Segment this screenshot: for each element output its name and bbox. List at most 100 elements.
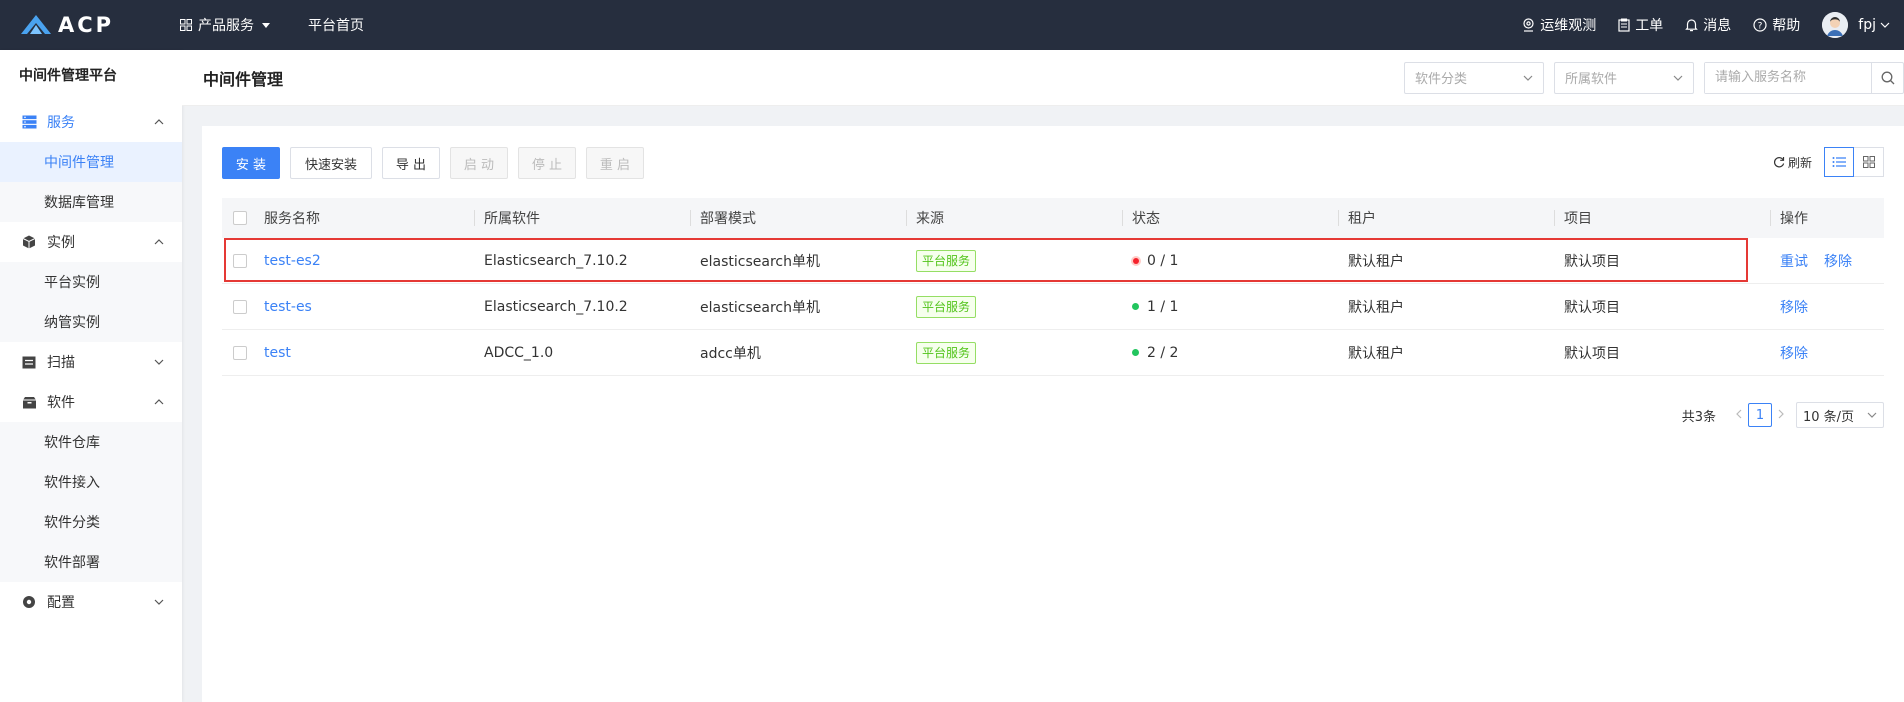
gear-icon bbox=[21, 594, 37, 610]
page-header: 中间件管理 软件分类 所属软件 bbox=[182, 50, 1904, 106]
ticket-label: 工单 bbox=[1635, 18, 1664, 34]
clipboard-icon bbox=[1618, 18, 1630, 32]
column-header: 状态 bbox=[1122, 198, 1338, 238]
status-text: 0 / 1 bbox=[1147, 252, 1179, 269]
search-button[interactable] bbox=[1871, 62, 1903, 93]
software-category-select[interactable]: 软件分类 bbox=[1404, 61, 1544, 94]
sidebar-item-database-management[interactable]: 数据库管理 bbox=[0, 182, 182, 222]
action-toolbar: 安 装 快速安装 导 出 启 动 停 止 重 启 bbox=[222, 147, 654, 179]
stop-button[interactable]: 停 止 bbox=[518, 147, 576, 179]
message-label: 消息 bbox=[1703, 18, 1732, 34]
sidebar-item-software-repository[interactable]: 软件仓库 bbox=[0, 422, 182, 462]
quick-install-button[interactable]: 快速安装 bbox=[290, 147, 372, 179]
sidebar-item-software-access[interactable]: 软件接入 bbox=[0, 462, 182, 502]
page-title: 中间件管理 bbox=[203, 69, 284, 89]
sidebar-group-software-label: 软件 bbox=[47, 395, 75, 411]
top-navigation-bar: ACP 产品服务 平台首页 运维观测 工单 消息 ? 帮助 fpj bbox=[0, 0, 1904, 50]
package-icon bbox=[21, 394, 37, 410]
sidebar-group-instance[interactable]: 实例 bbox=[0, 222, 182, 262]
service-name-search-input[interactable] bbox=[1705, 62, 1871, 93]
chevron-right-icon bbox=[1778, 409, 1784, 418]
deploy-mode-cell: elasticsearch单机 bbox=[700, 299, 820, 316]
page-number-button[interactable]: 1 bbox=[1748, 403, 1772, 427]
retry-link[interactable]: 重试 bbox=[1780, 251, 1808, 271]
user-menu[interactable]: fpj bbox=[1858, 17, 1890, 33]
status-error-dot bbox=[1133, 257, 1139, 264]
row-checkbox[interactable] bbox=[233, 253, 247, 268]
help-link[interactable]: ? 帮助 bbox=[1753, 15, 1800, 35]
avatar[interactable] bbox=[1822, 12, 1849, 38]
software-select[interactable]: 所属软件 bbox=[1554, 61, 1694, 94]
content-card: 安 装 快速安装 导 出 启 动 停 止 重 启 刷新 服务名称 所属软件 部署… bbox=[202, 126, 1904, 702]
logo-icon bbox=[21, 15, 51, 34]
nav-product-services-label: 产品服务 bbox=[198, 18, 254, 34]
select-all-checkbox[interactable] bbox=[233, 211, 247, 225]
ticket-link[interactable]: 工单 bbox=[1618, 15, 1663, 35]
message-link[interactable]: 消息 bbox=[1685, 15, 1731, 35]
sidebar-item-managed-instance[interactable]: 纳管实例 bbox=[0, 302, 182, 342]
service-name-link[interactable]: test bbox=[264, 345, 291, 361]
sidebar-group-scan-label: 扫描 bbox=[47, 355, 75, 371]
restart-button[interactable]: 重 启 bbox=[586, 147, 644, 179]
sidebar-group-config-label: 配置 bbox=[47, 595, 75, 611]
logo[interactable]: ACP bbox=[20, 13, 160, 37]
tenant-cell: 默认租户 bbox=[1348, 345, 1404, 362]
page-size-select[interactable]: 10 条/页 bbox=[1796, 402, 1884, 428]
refresh-label: 刷新 bbox=[1787, 155, 1812, 170]
search-icon bbox=[1881, 71, 1894, 84]
source-tag: 平台服务 bbox=[916, 249, 977, 272]
ops-observe-link[interactable]: 运维观测 bbox=[1522, 15, 1596, 35]
nav-platform-home[interactable]: 平台首页 bbox=[308, 15, 364, 35]
status-ok-dot bbox=[1132, 349, 1139, 356]
service-table: 服务名称 所属软件 部署模式 来源 状态 租户 项目 操作 test-es2 E… bbox=[222, 198, 1884, 376]
sidebar-group-scan[interactable]: 扫描 bbox=[0, 342, 182, 382]
install-button[interactable]: 安 装 bbox=[222, 147, 280, 179]
refresh-button[interactable]: 刷新 bbox=[1773, 154, 1812, 171]
sidebar-item-software-category[interactable]: 软件分类 bbox=[0, 502, 182, 542]
row-checkbox[interactable] bbox=[233, 345, 247, 360]
row-checkbox[interactable] bbox=[233, 299, 247, 314]
sidebar-item-middleware-management[interactable]: 中间件管理 bbox=[0, 142, 182, 182]
sidebar-group-instance-label: 实例 bbox=[47, 235, 75, 251]
service-name-link[interactable]: test-es bbox=[264, 299, 312, 315]
sidebar-item-platform-instance[interactable]: 平台实例 bbox=[0, 262, 182, 302]
sidebar-item-software-deploy[interactable]: 软件部署 bbox=[0, 542, 182, 582]
chevron-down-icon bbox=[154, 599, 164, 605]
remove-link[interactable]: 移除 bbox=[1780, 297, 1808, 317]
sidebar-group-config[interactable]: 配置 bbox=[0, 582, 182, 622]
column-header: 部署模式 bbox=[690, 198, 906, 238]
pagination: 共3条 1 10 条/页 bbox=[1682, 402, 1884, 428]
sidebar-group-service[interactable]: 服务 bbox=[0, 102, 182, 142]
next-page-button[interactable] bbox=[1778, 408, 1784, 423]
remove-link[interactable]: 移除 bbox=[1780, 343, 1808, 363]
nav-platform-home-label: 平台首页 bbox=[308, 18, 364, 34]
service-name-link[interactable]: test-es2 bbox=[264, 253, 321, 269]
list-view-button[interactable] bbox=[1824, 147, 1854, 177]
nav-product-services[interactable]: 产品服务 bbox=[180, 15, 270, 35]
export-button[interactable]: 导 出 bbox=[382, 147, 440, 179]
table-row: test ADCC_1.0 adcc单机 平台服务 2 / 2 默认租户 默认项… bbox=[222, 330, 1884, 376]
grid-view-button[interactable] bbox=[1854, 147, 1884, 177]
status-text: 1 / 1 bbox=[1147, 298, 1179, 315]
page-size-label: 10 条/页 bbox=[1803, 409, 1855, 425]
sidebar-group-software[interactable]: 软件 bbox=[0, 382, 182, 422]
project-cell: 默认项目 bbox=[1564, 299, 1620, 316]
remove-link[interactable]: 移除 bbox=[1824, 251, 1852, 271]
sidebar-item-label: 数据库管理 bbox=[44, 195, 114, 211]
source-tag: 平台服务 bbox=[916, 341, 977, 364]
sidebar: 中间件管理平台 服务 中间件管理 数据库管理 实例 平台实例 纳管实例 扫描 软… bbox=[0, 50, 182, 702]
sidebar-item-label: 软件部署 bbox=[44, 555, 100, 571]
ops-observe-label: 运维观测 bbox=[1540, 18, 1597, 34]
location-icon bbox=[1523, 18, 1534, 32]
column-header: 租户 bbox=[1338, 198, 1554, 238]
software-cell: Elasticsearch_7.10.2 bbox=[484, 252, 628, 269]
username: fpj bbox=[1858, 17, 1876, 33]
start-button[interactable]: 启 动 bbox=[450, 147, 508, 179]
project-cell: 默认项目 bbox=[1564, 253, 1620, 270]
software-cell: Elasticsearch_7.10.2 bbox=[484, 298, 628, 315]
deploy-mode-cell: adcc单机 bbox=[700, 345, 761, 362]
user-avatar-icon bbox=[1822, 12, 1849, 38]
chevron-up-icon bbox=[154, 239, 164, 245]
sidebar-item-label: 软件接入 bbox=[44, 475, 100, 491]
prev-page-button[interactable] bbox=[1736, 408, 1742, 423]
